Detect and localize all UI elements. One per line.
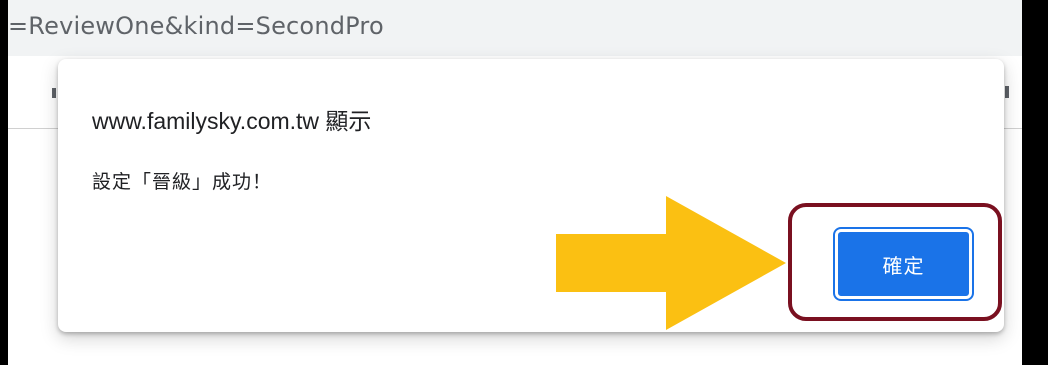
ok-button[interactable]: 確定 [835, 229, 972, 299]
page-element-partial-left [52, 88, 56, 98]
screen-frame-left [0, 0, 8, 365]
dialog-message: 設定「晉級」成功！ [92, 171, 273, 193]
screen-frame-right [1022, 0, 1048, 365]
page-element-partial-right [1005, 86, 1009, 98]
dialog-title: www.familysky.com.tw 顯示 [92, 108, 372, 134]
arrow-right-icon [556, 196, 786, 330]
url-text[interactable]: =ReviewOne&kind=SecondPro [8, 12, 384, 40]
arrow-shape [556, 196, 786, 330]
address-bar[interactable]: =ReviewOne&kind=SecondPro [8, 0, 1022, 56]
